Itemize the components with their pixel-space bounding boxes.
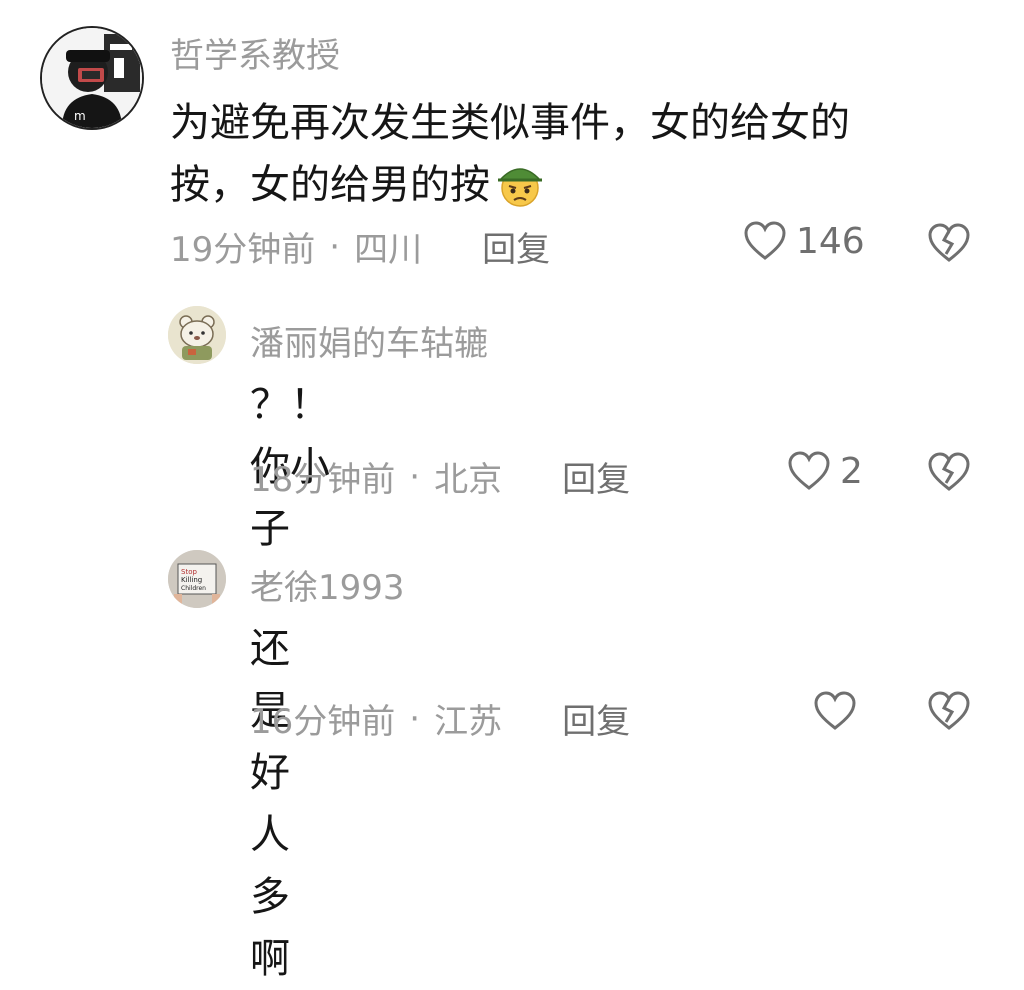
comment-time: 18分钟前 bbox=[250, 460, 396, 500]
comment-username[interactable]: 潘丽娟的车轱辘 bbox=[250, 316, 488, 365]
broken-heart-icon bbox=[928, 452, 970, 491]
comment-text-line: 为避免再次发生类似事件，女的给女的 bbox=[170, 100, 850, 146]
cartoon-bear-avatar-icon bbox=[168, 306, 226, 364]
comment-username[interactable]: 老徐1993 bbox=[250, 560, 405, 609]
heart-icon bbox=[814, 691, 856, 730]
comment-text-fragment: 按，女的给男的按 bbox=[170, 162, 490, 208]
user-avatar[interactable]: Stop Killing Children bbox=[168, 550, 226, 608]
sign-holding-avatar-icon: Stop Killing Children bbox=[168, 550, 226, 608]
comment-text: 还是好人多啊 bbox=[250, 626, 290, 982]
svg-text:Killing: Killing bbox=[181, 576, 202, 584]
like-button[interactable]: 146 bbox=[742, 220, 865, 262]
man-with-cap-selfie-avatar-icon: m bbox=[42, 28, 142, 128]
user-avatar[interactable] bbox=[168, 306, 226, 364]
comment-username[interactable]: 哲学系教授 bbox=[170, 28, 340, 77]
heart-icon bbox=[788, 451, 830, 490]
comment-location: 北京 bbox=[434, 460, 503, 500]
comment-time: 19分钟前 bbox=[170, 230, 316, 270]
dislike-button[interactable] bbox=[926, 690, 972, 732]
like-count: 2 bbox=[840, 450, 863, 492]
comment-text: 为避免再次发生类似事件，女的给女的 按，女的给男的按 bbox=[170, 92, 930, 226]
dislike-button[interactable] bbox=[926, 451, 972, 493]
reply-button[interactable]: 回复 bbox=[562, 694, 630, 743]
heart-icon bbox=[744, 221, 786, 260]
meta-separator: · bbox=[409, 456, 421, 497]
frowning-green-cap-emoji-icon bbox=[494, 158, 546, 226]
like-button[interactable] bbox=[812, 690, 866, 732]
comment-meta: 16分钟前 · 江苏 回复 bbox=[250, 694, 630, 743]
svg-text:Children: Children bbox=[181, 585, 206, 592]
meta-separator: · bbox=[329, 226, 341, 267]
broken-heart-icon bbox=[928, 223, 970, 262]
svg-text:m: m bbox=[74, 109, 86, 123]
like-count: 146 bbox=[796, 220, 865, 262]
broken-heart-icon bbox=[928, 691, 970, 730]
comment-meta: 19分钟前 · 四川 回复 bbox=[170, 222, 550, 271]
comment-text-line: 按，女的给男的按 bbox=[170, 154, 930, 226]
comment-location: 江苏 bbox=[434, 702, 503, 742]
like-button[interactable]: 2 bbox=[786, 450, 863, 492]
reply-button[interactable]: 回复 bbox=[562, 452, 630, 501]
user-avatar[interactable]: m bbox=[40, 26, 144, 130]
svg-text:Stop: Stop bbox=[181, 568, 197, 576]
reply-button[interactable]: 回复 bbox=[482, 222, 550, 271]
dislike-button[interactable] bbox=[926, 222, 972, 264]
comment-time: 16分钟前 bbox=[250, 702, 396, 742]
comment-location: 四川 bbox=[354, 230, 423, 270]
meta-separator: · bbox=[409, 698, 421, 739]
comment-meta: 18分钟前 · 北京 回复 bbox=[250, 452, 630, 501]
